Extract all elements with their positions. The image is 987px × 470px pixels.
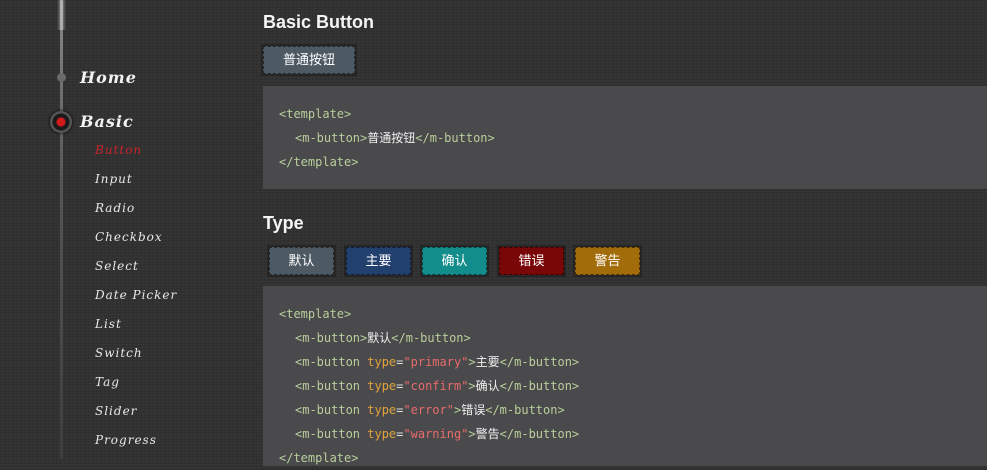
code-token: "primary" <box>403 355 469 369</box>
default-button[interactable]: 默认 <box>267 245 336 277</box>
code-token: type <box>367 355 397 369</box>
nav-home[interactable]: Home <box>80 68 137 87</box>
code-token: 确认 <box>475 379 500 393</box>
code-token: 警告 <box>475 427 500 441</box>
code-block-type: <template> <m-button>默认</m-button> <m-bu… <box>263 286 987 466</box>
sidebar-nav: Home Basic Button Input Radio Checkbox S… <box>0 0 240 459</box>
nav-item-tag[interactable]: Tag <box>95 374 177 403</box>
code-line: <m-button type="error">错误</m-button> <box>279 398 971 422</box>
confirm-button[interactable]: 确认 <box>420 245 489 277</box>
timeline-line <box>60 0 63 459</box>
code-token: <m-button <box>295 403 368 417</box>
error-button[interactable]: 错误 <box>497 245 566 277</box>
code-token: </m-button> <box>499 355 580 369</box>
code-token: 主要 <box>475 355 500 369</box>
code-line: <m-button type="warning">警告</m-button> <box>279 422 971 446</box>
nav-item-button[interactable]: Button <box>95 142 177 171</box>
code-token: > <box>468 355 476 369</box>
warning-button[interactable]: 警告 <box>573 245 642 277</box>
code-token: type <box>367 403 397 417</box>
code-token: > <box>468 427 476 441</box>
code-token: 错误 <box>461 403 486 417</box>
code-line: <template> <box>279 102 971 126</box>
code-token: <m-button <box>295 427 368 441</box>
section-title-type: Type <box>263 213 304 233</box>
code-token: </m-button> <box>499 379 580 393</box>
code-block-basic: <template> <m-button>普通按钮</m-button> </t… <box>263 86 987 189</box>
nav-basic[interactable]: Basic <box>80 112 134 131</box>
nav-item-slider[interactable]: Slider <box>95 403 177 432</box>
basic-sub-menu: Button Input Radio Checkbox Select Date … <box>95 142 177 461</box>
code-token: </template> <box>279 451 359 465</box>
primary-button[interactable]: 主要 <box>344 245 413 277</box>
code-token: type <box>367 427 397 441</box>
code-line: </template> <box>279 446 971 470</box>
code-token: 默认 <box>367 331 392 345</box>
code-token: > <box>468 379 476 393</box>
nav-item-checkbox[interactable]: Checkbox <box>95 229 177 258</box>
code-token: "error" <box>403 403 454 417</box>
code-token: <m-button <box>295 355 368 369</box>
code-token: </m-button> <box>391 331 471 345</box>
nav-item-date-picker[interactable]: Date Picker <box>95 287 177 316</box>
code-token: <template> <box>279 307 352 321</box>
section-title-basic-button: Basic Button <box>263 12 375 32</box>
normal-button[interactable]: 普通按钮 <box>261 44 357 76</box>
code-token: </m-button> <box>499 427 580 441</box>
code-line: <template> <box>279 302 971 326</box>
nav-item-input[interactable]: Input <box>95 171 177 200</box>
nav-item-progress[interactable]: Progress <box>95 432 177 461</box>
timeline-dot-home <box>57 73 66 82</box>
nav-item-switch[interactable]: Switch <box>95 345 177 374</box>
code-token: <m-button> <box>295 131 368 145</box>
code-line: <m-button type="confirm">确认</m-button> <box>279 374 971 398</box>
nav-item-radio[interactable]: Radio <box>95 200 177 229</box>
timeline-dot-active-icon <box>50 111 72 133</box>
code-token: </m-button> <box>485 403 565 417</box>
code-token: "confirm" <box>403 379 469 393</box>
code-line: </template> <box>279 150 971 174</box>
code-token: 普通按钮 <box>367 131 416 145</box>
code-token: <template> <box>279 107 352 121</box>
nav-item-list[interactable]: List <box>95 316 177 345</box>
code-token: type <box>367 379 397 393</box>
code-token: "warning" <box>403 427 469 441</box>
code-line: <m-button>普通按钮</m-button> <box>279 126 971 150</box>
code-token: <m-button> <box>295 331 368 345</box>
nav-item-select[interactable]: Select <box>95 258 177 287</box>
code-token: <m-button <box>295 379 368 393</box>
timeline-glow <box>57 0 66 30</box>
code-token: </m-button> <box>415 131 495 145</box>
code-token: </template> <box>279 155 359 169</box>
code-line: <m-button>默认</m-button> <box>279 326 971 350</box>
code-line: <m-button type="primary">主要</m-button> <box>279 350 971 374</box>
